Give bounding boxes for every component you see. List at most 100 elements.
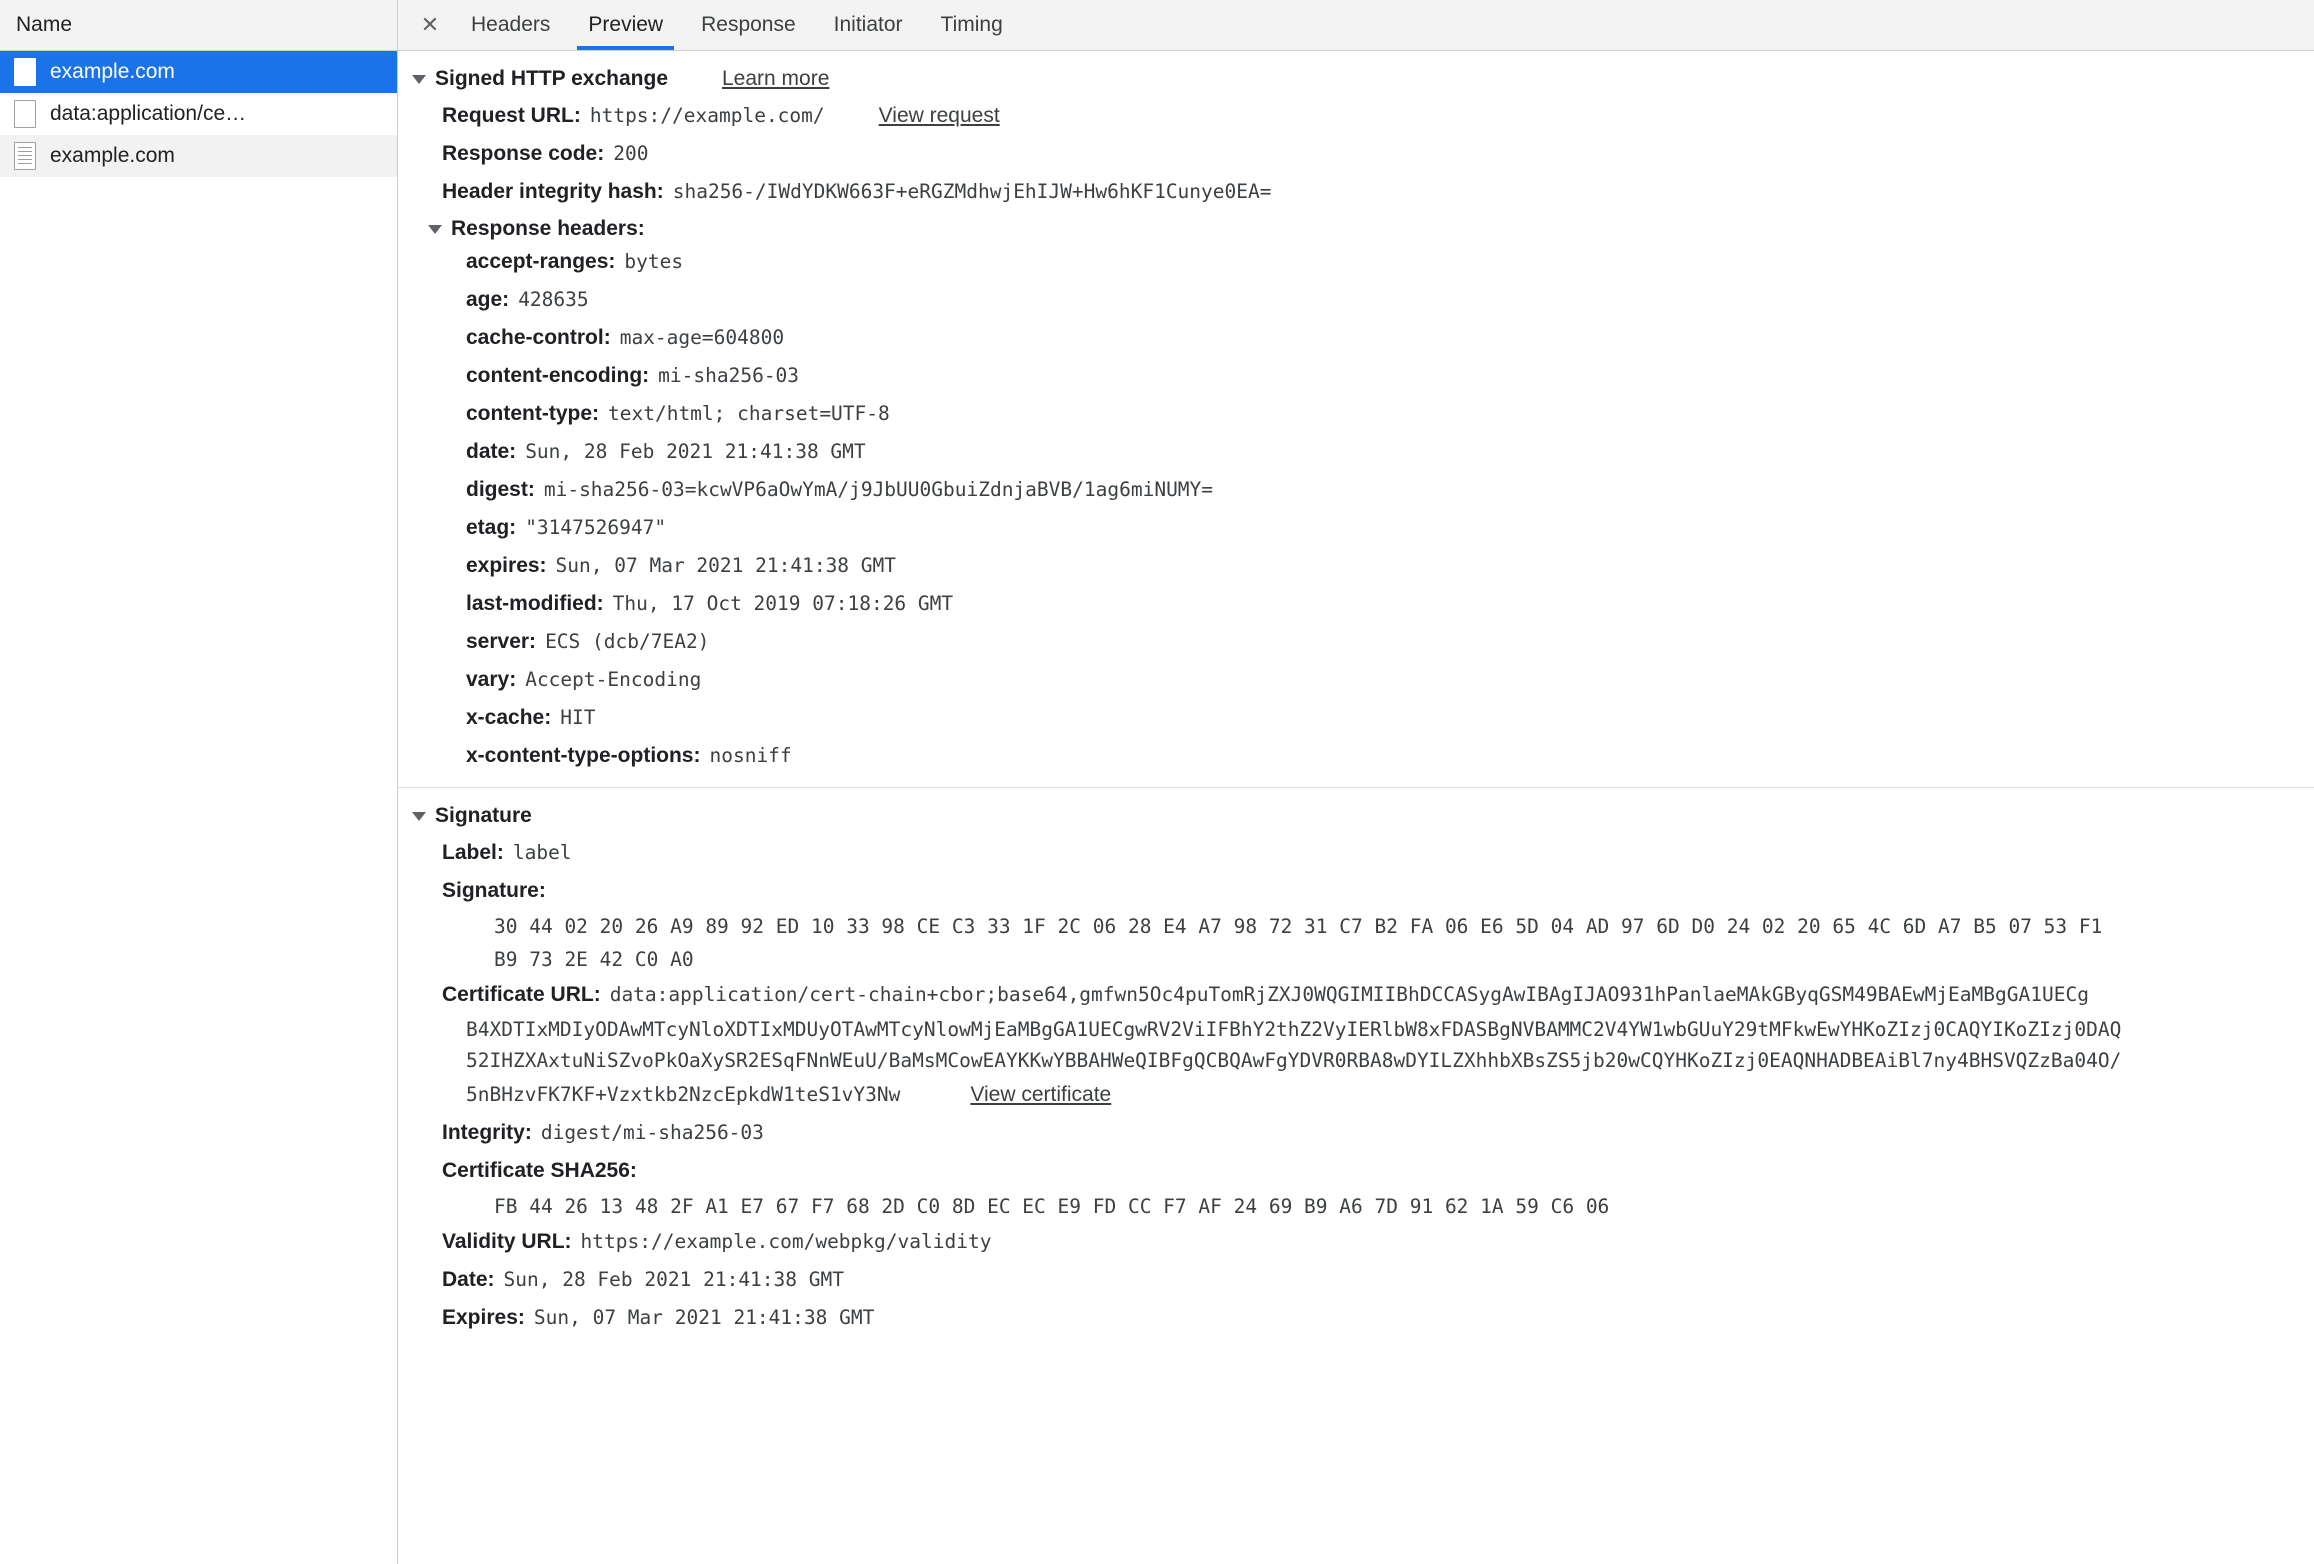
document-lines-icon <box>14 142 36 170</box>
header-row-content-type: content-type: text/html; charset=UTF-8 <box>398 395 2314 433</box>
header-row-cache-control: cache-control: max-age=604800 <box>398 319 2314 357</box>
integrity-value: digest/mi-sha256-03 <box>540 1121 764 1144</box>
header-row-accept-ranges: accept-ranges: bytes <box>398 243 2314 281</box>
certificate-url-line-3: 52IHZXAxtuNiSZvoPkOaXySR2ESqFNnWEuU/BaMs… <box>466 1049 2122 1072</box>
request-url-value: https://example.com/ <box>589 104 825 127</box>
header-name: age: <box>466 288 510 311</box>
tab-label: Timing <box>940 13 1003 36</box>
header-value: Sun, 28 Feb 2021 21:41:38 GMT <box>525 440 866 463</box>
validity-url-key: Validity URL: <box>442 1230 572 1253</box>
header-name: date: <box>466 440 517 463</box>
validity-url-row: Validity URL: https://example.com/webpkg… <box>398 1223 2314 1261</box>
header-value: 428635 <box>518 288 589 311</box>
label-value: label <box>512 841 572 864</box>
integrity-row: Integrity: digest/mi-sha256-03 <box>398 1114 2314 1152</box>
tab-initiator[interactable]: Initiator <box>815 0 922 50</box>
signature-bytes-line-2: B9 73 2E 42 C0 A0 <box>494 948 694 971</box>
header-name: content-encoding: <box>466 364 650 387</box>
validity-url-value: https://example.com/webpkg/validity <box>580 1230 992 1253</box>
signed-http-exchange-header[interactable]: Signed HTTP exchange Learn more <box>398 51 2314 97</box>
signature-expires-row: Expires: Sun, 07 Mar 2021 21:41:38 GMT <box>398 1299 2314 1337</box>
request-row-example-com-2[interactable]: example.com <box>0 135 397 177</box>
header-name: x-cache: <box>466 706 552 729</box>
certificate-sha256-value: FB 44 26 13 48 2F A1 E7 67 F7 68 2D C0 8… <box>494 1195 1610 1218</box>
header-name: expires: <box>466 554 547 577</box>
request-url-row: Request URL: https://example.com/ View r… <box>398 97 2314 135</box>
section-title: Signature <box>435 804 532 827</box>
detail-tabbar: ✕ Headers Preview Response Initiator Tim… <box>398 0 2314 51</box>
learn-more-link[interactable]: Learn more <box>722 67 829 91</box>
header-row-x-cache: x-cache: HIT <box>398 699 2314 737</box>
signature-bytes-line-1: 30 44 02 20 26 A9 89 92 ED 10 33 98 CE C… <box>494 915 2103 938</box>
chevron-down-icon[interactable] <box>428 224 442 234</box>
label-key: Label: <box>442 841 504 864</box>
close-glyph: ✕ <box>420 12 440 37</box>
request-row-example-com-1[interactable]: example.com <box>0 51 397 93</box>
expires-key: Expires: <box>442 1306 525 1329</box>
response-code-value: 200 <box>613 142 649 165</box>
tab-headers[interactable]: Headers <box>452 0 569 50</box>
request-row-label: data:application/ce… <box>50 102 247 125</box>
certificate-sha256-key: Certificate SHA256: <box>442 1159 637 1182</box>
header-row-content-encoding: content-encoding: mi-sha256-03 <box>398 357 2314 395</box>
header-value: "3147526947" <box>525 516 667 539</box>
document-icon <box>14 58 36 86</box>
header-name: last-modified: <box>466 592 604 615</box>
view-request-link[interactable]: View request <box>879 104 1000 128</box>
header-row-digest: digest: mi-sha256-03=kcwVP6aOwYmA/j9JbUU… <box>398 471 2314 509</box>
header-value: bytes <box>624 250 684 273</box>
tab-label: Response <box>701 13 796 36</box>
tab-timing[interactable]: Timing <box>922 0 1022 50</box>
tab-label: Headers <box>471 13 551 36</box>
certificate-url-row: Certificate URL: data:application/cert-c… <box>398 976 2314 1014</box>
tab-preview[interactable]: Preview <box>569 0 682 50</box>
view-certificate-link[interactable]: View certificate <box>970 1083 1111 1107</box>
tab-response[interactable]: Response <box>682 0 815 50</box>
header-value: nosniff <box>709 744 792 767</box>
tab-label: Preview <box>588 13 664 36</box>
header-value: text/html; charset=UTF-8 <box>608 402 890 425</box>
header-row-x-content-type-options: x-content-type-options: nosniff <box>398 737 2314 775</box>
header-name: server: <box>466 630 537 653</box>
response-headers-title: Response headers: <box>451 217 645 240</box>
request-row-data-application-cert[interactable]: data:application/ce… <box>0 93 397 135</box>
request-list-sidebar: Name example.com data:application/ce… ex… <box>0 0 398 1564</box>
header-row-etag: etag: "3147526947" <box>398 509 2314 547</box>
header-name: x-content-type-options: <box>466 744 701 767</box>
header-name: vary: <box>466 668 517 691</box>
date-value: Sun, 28 Feb 2021 21:41:38 GMT <box>503 1268 844 1291</box>
header-row-vary: vary: Accept-Encoding <box>398 661 2314 699</box>
header-integrity-value: sha256-/IWdYDKW663F+eRGZMdhwjEhIJW+Hw6hK… <box>672 180 1272 203</box>
certificate-url-line-1: data:application/cert-chain+cbor;base64,… <box>609 983 2089 1006</box>
request-row-label: example.com <box>50 60 175 83</box>
header-value: HIT <box>560 706 596 729</box>
signature-section-header[interactable]: Signature <box>398 788 2314 834</box>
certificate-url-line-4: 5nBHzvFK7KF+Vzxtkb2NzcEpkdW1teS1vY3Nw <box>466 1083 901 1106</box>
signature-date-row: Date: Sun, 28 Feb 2021 21:41:38 GMT <box>398 1261 2314 1299</box>
certificate-sha256-row: Certificate SHA256: <box>398 1152 2314 1190</box>
header-value: Thu, 17 Oct 2019 07:18:26 GMT <box>612 592 954 615</box>
header-integrity-row: Header integrity hash: sha256-/IWdYDKW66… <box>398 173 2314 211</box>
header-value: Sun, 07 Mar 2021 21:41:38 GMT <box>555 554 897 577</box>
header-row-last-modified: last-modified: Thu, 17 Oct 2019 07:18:26… <box>398 585 2314 623</box>
column-header-label: Name <box>16 13 73 36</box>
section-title: Signed HTTP exchange <box>435 67 668 90</box>
close-icon[interactable]: ✕ <box>408 0 452 50</box>
header-integrity-key: Header integrity hash: <box>442 180 664 203</box>
header-value: mi-sha256-03=kcwVP6aOwYmA/j9JbUU0GbuiZdn… <box>543 478 1214 501</box>
chevron-down-icon[interactable] <box>412 74 426 84</box>
header-name: digest: <box>466 478 535 501</box>
header-value: max-age=604800 <box>619 326 785 349</box>
header-row-date: date: Sun, 28 Feb 2021 21:41:38 GMT <box>398 433 2314 471</box>
chevron-down-icon[interactable] <box>412 811 426 821</box>
tab-label: Initiator <box>833 13 903 36</box>
header-value: ECS (dcb/7EA2) <box>545 630 710 653</box>
integrity-key: Integrity: <box>442 1121 532 1144</box>
header-name: cache-control: <box>466 326 611 349</box>
header-name: etag: <box>466 516 517 539</box>
label-row: Label: label <box>398 834 2314 872</box>
response-headers-header[interactable]: Response headers: <box>398 211 2314 243</box>
header-value: mi-sha256-03 <box>658 364 800 387</box>
column-header-name[interactable]: Name <box>0 0 397 51</box>
date-key: Date: <box>442 1268 495 1291</box>
